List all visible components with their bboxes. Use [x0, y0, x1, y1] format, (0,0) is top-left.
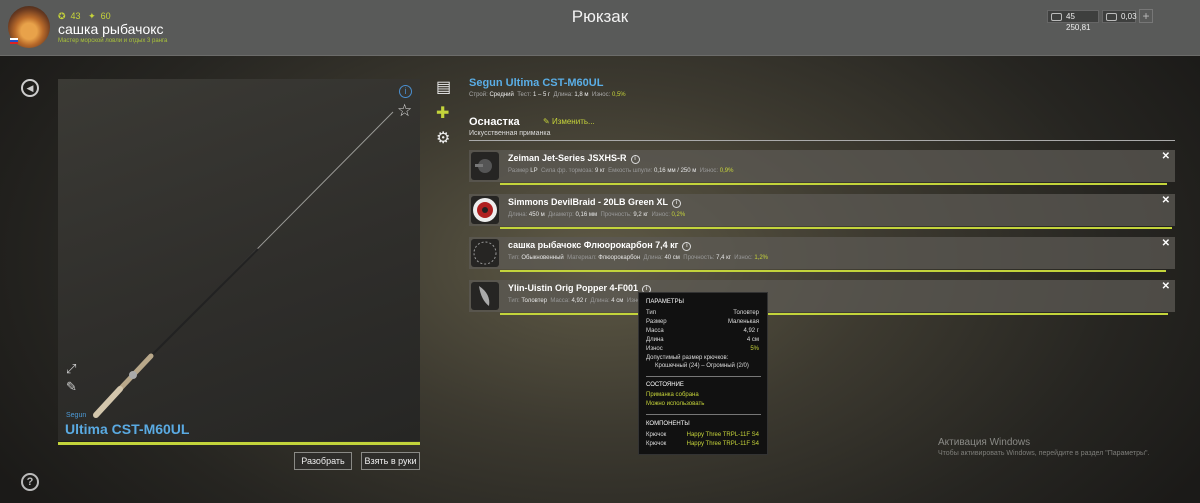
item-name: Ylin-Uistin Orig Popper 4-F001: [508, 283, 639, 293]
document-icon[interactable]: ▤: [436, 77, 451, 97]
param-key: Износ: [646, 346, 663, 352]
param-value: Толовтер: [733, 310, 759, 316]
tooltip-state-title: СОСТОЯНИЕ: [646, 382, 684, 388]
lure-tooltip: ПАРАМЕТРЫ Тип Толовтер Размер Маленькая Ма…: [638, 292, 768, 455]
param-value: 4,92 г: [743, 328, 759, 334]
prop-label: Строй:: [469, 92, 488, 98]
flag-icon: [10, 38, 18, 44]
prop-label: Длина:: [553, 92, 573, 98]
tackle-row-line[interactable]: Simmons DevilBraid - 20LB Green XL i Длин…: [469, 194, 1175, 229]
state-assembled: Приманка собрана: [646, 392, 699, 398]
param-key: Тип: [646, 310, 657, 316]
gold-balance: 0,03: [1102, 10, 1137, 23]
component-value: Happy Three TRPL-11F S4: [686, 441, 759, 447]
param-key: Длина: [646, 337, 664, 343]
expand-icon[interactable]: ⤢: [66, 361, 76, 377]
condition-bar: [500, 227, 1172, 229]
item-name: Simmons DevilBraid - 20LB Green XL: [508, 197, 669, 207]
silver-value: 45 250,81: [1066, 12, 1091, 32]
item-name: сашка рыбачокс Флюорокарбон 7,4 кг: [508, 240, 679, 250]
item-props: Длина: 450 м Диаметр: 0,16 мм Прочность:…: [508, 212, 686, 218]
line-thumbnail: [471, 196, 499, 224]
info-icon[interactable]: i: [672, 199, 682, 208]
hook-size-value: Крошечный (24) – Огромный (2/0): [655, 363, 749, 369]
param-value: Маленькая: [727, 319, 759, 325]
leader-thumbnail: [471, 239, 499, 267]
disassemble-button[interactable]: Разобрать: [294, 452, 352, 470]
tooltip-params-title: ПАРАМЕТРЫ: [646, 299, 684, 305]
reel-thumbnail: [471, 152, 499, 180]
close-icon[interactable]: ✕: [1162, 151, 1170, 162]
star-icon[interactable]: ☆: [397, 101, 412, 121]
wrench-icon[interactable]: ✎: [66, 379, 77, 395]
rod-model: Ultima CST-M60UL: [65, 421, 190, 437]
component-key: Крючок: [646, 432, 667, 438]
section-title: Оснастка: [469, 116, 520, 128]
prop-label: Тест:: [517, 92, 532, 98]
tooltip-divider: [646, 414, 761, 415]
change-link[interactable]: ✎ Изменить...: [543, 117, 595, 126]
condition-bar: [500, 313, 1168, 315]
item-name: Zeiman Jet-Series JSXHS-R: [508, 153, 627, 163]
top-bar: ✪ 43 ✦ 60 сашка рыбачокс Мастер морской ло…: [0, 0, 1200, 56]
puzzle-icon[interactable]: ✚: [436, 103, 449, 123]
rod-preview: i ☆ ⤢ ✎ Segun Ultima CST-M60UL: [58, 79, 420, 441]
tackle-row-reel[interactable]: Zeiman Jet-Series JSXHS-R i Размер LP Сил…: [469, 150, 1175, 185]
item-props: Тип: Обыкновенный Материал: Флюорокарбон…: [508, 255, 769, 261]
tackle-row-leader[interactable]: сашка рыбачокс Флюорокарбон 7,4 кг i Тип:…: [469, 237, 1175, 272]
param-value: 5%: [750, 346, 759, 352]
gear-icon[interactable]: ⚙: [436, 128, 450, 148]
rank-text: Мастер морской ловли и отдых 3 ранга: [58, 38, 168, 44]
tackle-row-lure[interactable]: Ylin-Uistin Orig Popper 4-F001 i Тип: Тол…: [469, 280, 1175, 315]
lure-type: Искусственная приманка: [469, 130, 551, 137]
rod-name: Segun Ultima CST-M60UL: [469, 77, 604, 89]
page-title: Рюкзак: [571, 7, 629, 26]
tooltip-components-title: КОМПОНЕНТЫ: [646, 421, 690, 427]
divider: [469, 140, 1175, 141]
prop-value: 1 – 5 г: [532, 92, 551, 98]
add-currency-button[interactable]: +: [1139, 9, 1153, 23]
item-props: Тип: Толовтер Масса: 4,92 г Длина: 4 см …: [508, 298, 646, 304]
prop-value: Средний: [489, 92, 514, 98]
take-in-hands-button[interactable]: Взять в руки: [361, 452, 420, 470]
info-icon[interactable]: i: [399, 85, 412, 98]
hook-size-label: Допустимый размер крючков:: [646, 355, 729, 361]
condition-bar: [500, 270, 1166, 272]
rod-condition-bar: [58, 442, 420, 445]
close-icon[interactable]: ✕: [1162, 195, 1170, 206]
silver-balance: 45 250,81: [1047, 10, 1099, 32]
currency-icon: [1106, 13, 1117, 21]
windows-watermark-text: Чтобы активировать Windows, перейдите в …: [938, 450, 1150, 457]
currency-icon: [1051, 13, 1062, 21]
gold-value: 0,03: [1121, 12, 1137, 21]
back-icon[interactable]: ◀: [21, 79, 39, 97]
prop-value: 0,5%: [611, 92, 626, 98]
item-props: Размер LP Сила фр. тормоза: 9 кг Емкость…: [508, 168, 734, 174]
close-icon[interactable]: ✕: [1162, 281, 1170, 292]
rod-props: Строй: Средний Тест: 1 – 5 г Длина: 1,8 …: [469, 92, 626, 98]
close-icon[interactable]: ✕: [1162, 238, 1170, 249]
help-icon[interactable]: ?: [21, 473, 39, 491]
condition-bar: [500, 183, 1167, 185]
rod-image: [93, 111, 394, 418]
tooltip-divider: [646, 376, 761, 377]
prop-value: 1,8 м: [574, 92, 589, 98]
lure-thumbnail: [471, 282, 499, 310]
windows-watermark-title: Активация Windows: [938, 437, 1031, 448]
param-key: Размер: [646, 319, 667, 325]
info-icon[interactable]: i: [682, 242, 692, 251]
change-label: Изменить...: [551, 117, 595, 126]
prop-label: Износ:: [591, 92, 611, 98]
edit-icon: ✎: [543, 117, 550, 126]
param-key: Масса: [646, 328, 664, 334]
rod-brand: Segun: [66, 412, 87, 419]
component-value: Happy Three TRPL-11F S4: [686, 432, 759, 438]
info-icon[interactable]: i: [630, 155, 640, 164]
component-key: Крючок: [646, 441, 667, 447]
state-usable: Можно использовать: [646, 401, 705, 407]
param-value: 4 см: [746, 337, 759, 343]
